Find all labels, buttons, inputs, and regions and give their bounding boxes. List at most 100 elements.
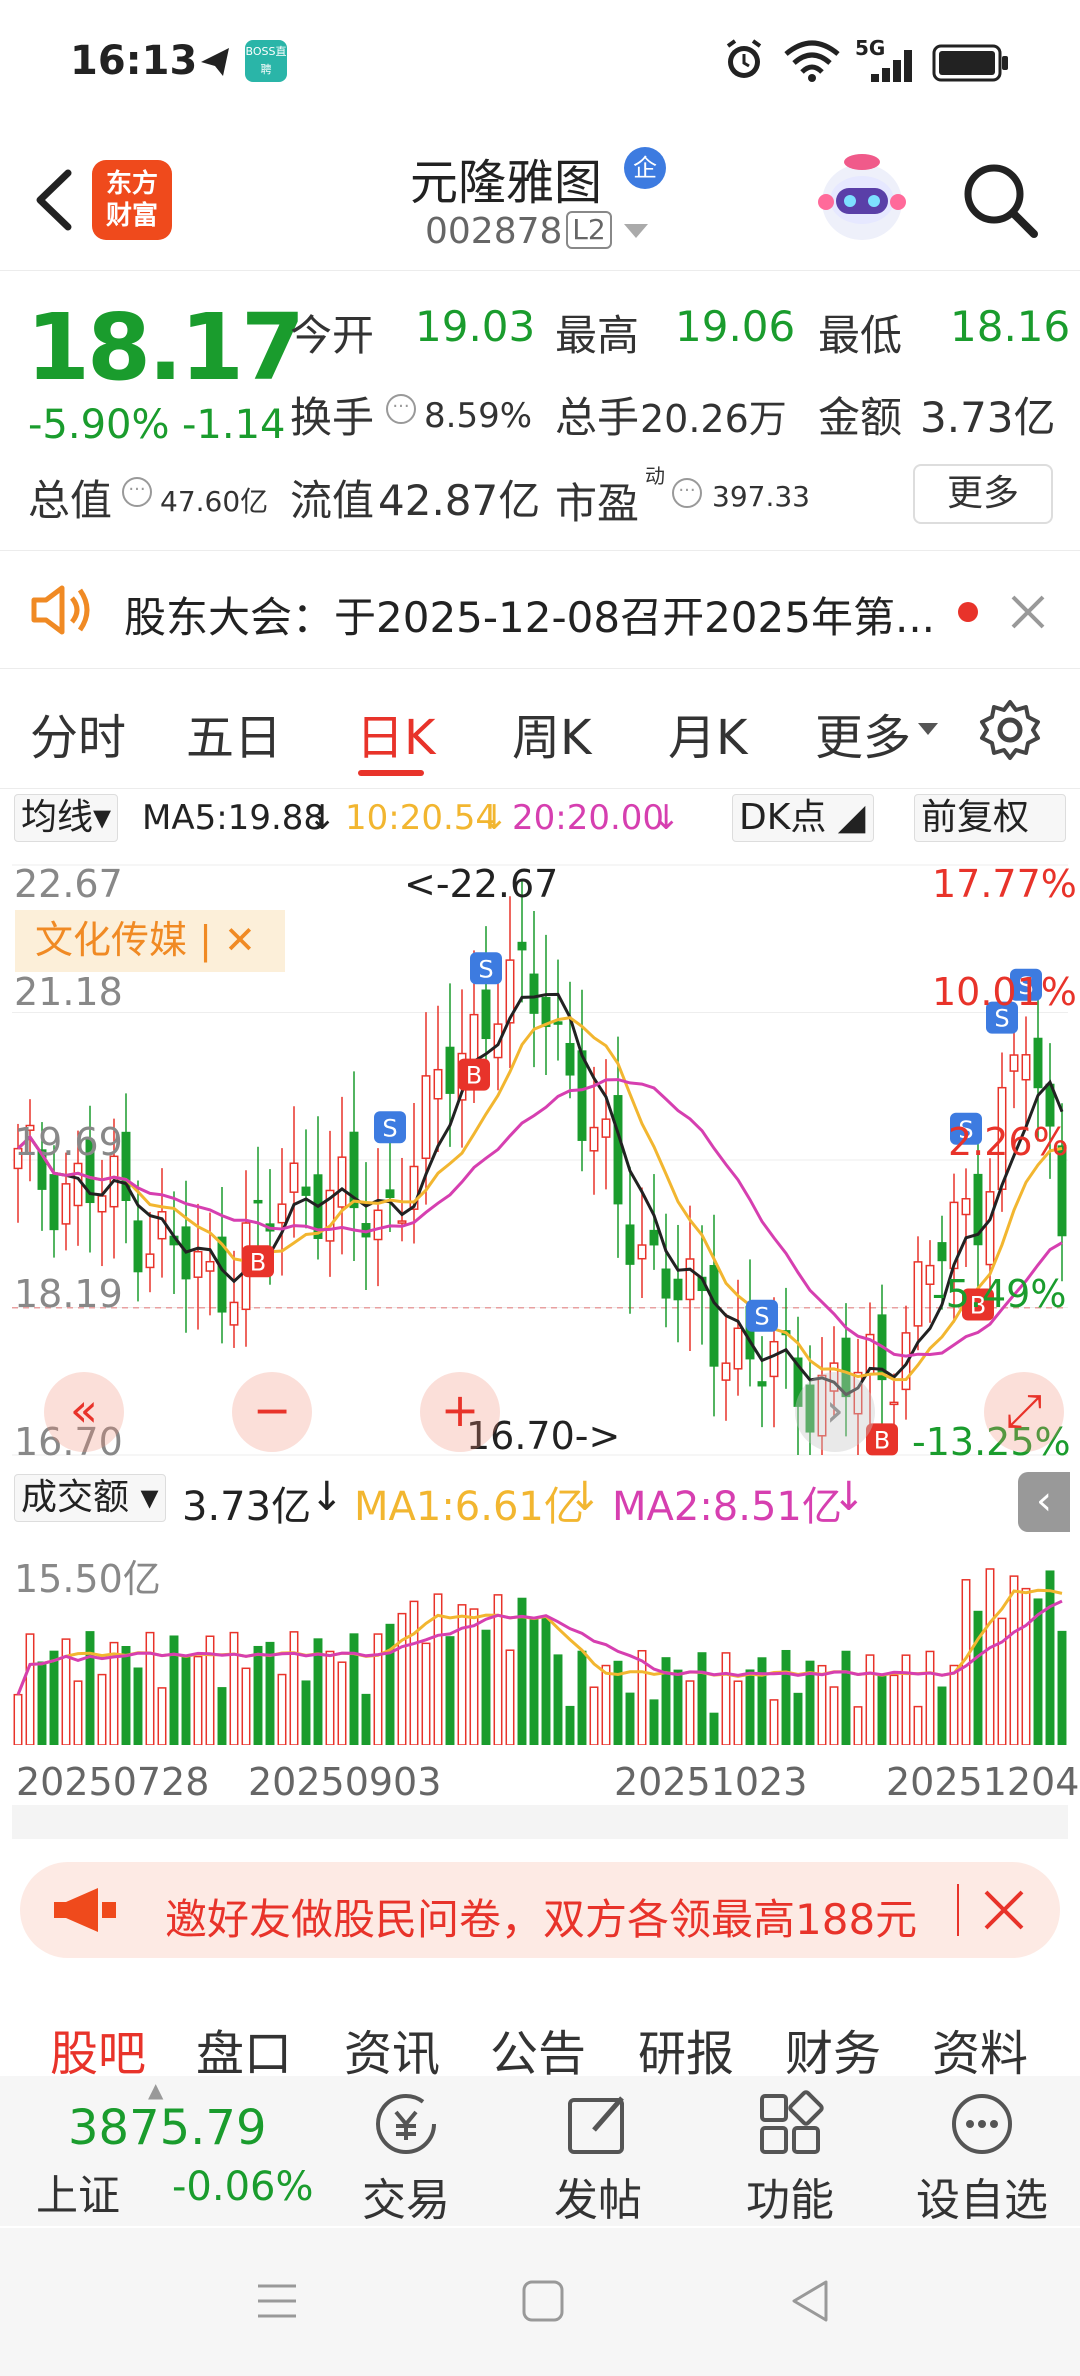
sector-tag[interactable]: 文化传媒 | ✕ <box>15 910 285 972</box>
tab-five-day[interactable]: 五日 <box>186 698 282 768</box>
candle-body <box>529 973 539 1014</box>
tab-announcements[interactable]: 公告 <box>490 2014 586 2084</box>
candle-body <box>97 1195 107 1213</box>
bottom-toolbar: ▲ 3875.79 上证 -0.06% 交易 发帖 功能 设自选 <box>0 2076 1080 2226</box>
volume-bar <box>145 1631 155 1746</box>
back-icon[interactable] <box>786 2278 832 2324</box>
candle-body <box>601 1118 611 1138</box>
volume-bar <box>301 1680 311 1746</box>
volume-bar <box>421 1642 431 1746</box>
trade-button[interactable]: 交易 <box>326 2076 486 2226</box>
close-icon[interactable] <box>982 1888 1026 1932</box>
tab-weekly-k[interactable]: 周K <box>512 698 591 768</box>
volume-bar <box>817 1664 827 1746</box>
candle-body <box>193 1250 203 1278</box>
volume-chart[interactable] <box>12 1530 1068 1746</box>
scroll-right-button[interactable]: › <box>795 1372 875 1452</box>
info-icon[interactable]: ··· <box>122 477 152 507</box>
candle-body <box>481 989 491 1040</box>
candle-body <box>913 1261 923 1327</box>
candle-body <box>769 1340 779 1378</box>
open-label: 今开 <box>290 311 375 360</box>
zoom-out-button[interactable]: − <box>232 1372 312 1452</box>
candle-body <box>625 1224 635 1265</box>
volume-legend-bar: 成交额 ▾ 3.73亿 ↓ MA1:6.61亿 ↓ MA2:8.51亿 ↓ ‹ <box>0 1470 1080 1532</box>
post-button[interactable]: 发帖 <box>518 2076 678 2226</box>
volume-bar <box>937 1686 947 1746</box>
vol-ma1: MA1:6.61亿 <box>354 1484 584 1530</box>
ai-assistant-robot-icon[interactable] <box>812 150 912 250</box>
tab-intraday[interactable]: 分时 <box>30 698 126 768</box>
zoom-in-button[interactable]: + <box>420 1372 500 1452</box>
fullscreen-button[interactable]: ⤢ <box>984 1372 1064 1452</box>
alarm-icon <box>726 39 762 78</box>
collapse-panel-button[interactable]: ‹ <box>1018 1472 1070 1532</box>
volume-bar <box>445 1636 455 1746</box>
x-date-label: 20250903 <box>248 1760 442 1804</box>
candle-body <box>397 1220 407 1224</box>
close-icon[interactable] <box>1008 592 1048 632</box>
notice-bar[interactable]: 股东大会：于2025-12-08召开2025年第... <box>0 552 1080 667</box>
tab-research[interactable]: 研报 <box>638 2014 734 2084</box>
volume-bar <box>697 1652 707 1746</box>
wifi-icon <box>784 40 840 82</box>
candle-body <box>253 1199 263 1204</box>
candle-body <box>337 1156 347 1208</box>
candle-body <box>373 1209 383 1241</box>
signal-icon <box>871 50 912 82</box>
volume-bar <box>217 1687 227 1746</box>
info-icon[interactable]: ··· <box>386 394 416 424</box>
dk-point-select[interactable]: DK点 ◢ <box>732 794 874 842</box>
more-button[interactable]: 更多 <box>913 464 1053 524</box>
menu-icon[interactable] <box>254 2278 300 2324</box>
search-icon[interactable] <box>960 160 1040 240</box>
tab-monthly-k[interactable]: 月K <box>668 698 747 768</box>
info-icon[interactable]: ··· <box>672 478 702 508</box>
max-price-marker: <-22.67 <box>404 862 559 906</box>
tab-news[interactable]: 资讯 <box>344 2014 440 2084</box>
adjust-select[interactable]: 前复权 <box>914 794 1066 842</box>
tab-guba[interactable]: 股吧 <box>50 2014 146 2084</box>
high-value: 19.06 <box>675 302 796 351</box>
back-arrow-icon[interactable] <box>28 165 88 235</box>
x-date-label: 20250728 <box>16 1760 210 1804</box>
market-cap-label: 总值 <box>28 476 113 525</box>
ma-select[interactable]: 均线▾ <box>14 794 119 842</box>
volume-bar <box>781 1649 791 1746</box>
volume-bar <box>73 1680 83 1746</box>
float-cap-value: 42.87亿 <box>378 476 541 525</box>
volume-svg <box>13 1568 1067 1746</box>
home-icon[interactable] <box>520 2278 566 2324</box>
candle-body <box>961 1198 971 1216</box>
volume-bar <box>49 1650 59 1746</box>
tab-daily-k[interactable]: 日K <box>356 698 435 768</box>
promo-banner[interactable]: 邀好友做股民问卷，双方各领最高188元 <box>20 1862 1060 1958</box>
code-dropdown-icon[interactable] <box>622 221 650 241</box>
gear-icon[interactable] <box>978 698 1042 762</box>
stock-code: 002878 <box>425 211 563 252</box>
low-label: 最低 <box>818 311 903 360</box>
tab-finance[interactable]: 财务 <box>785 2014 881 2084</box>
tab-more[interactable]: 更多 <box>815 698 911 768</box>
chevron-down-icon <box>918 723 938 735</box>
index-widget[interactable]: ▲ 3875.79 上证 -0.06% <box>0 2076 320 2226</box>
volume-bar <box>529 1618 539 1746</box>
candle-body <box>289 1162 299 1193</box>
scroll-left-button[interactable]: « <box>44 1372 124 1452</box>
functions-button[interactable]: 功能 <box>710 2076 870 2226</box>
candle-body <box>889 1401 899 1406</box>
volume-select[interactable]: 成交额 ▾ <box>14 1474 166 1522</box>
yuan-exchange-icon <box>376 2094 436 2154</box>
candle-body <box>553 1021 563 1025</box>
tab-profile[interactable]: 资料 <box>932 2014 1028 2084</box>
level2-badge[interactable]: L2 <box>566 211 612 249</box>
volume-value: 3.73亿 <box>182 1484 312 1530</box>
amount-label: 金额 <box>818 393 903 442</box>
signal-label: S <box>754 1303 769 1331</box>
tab-pankou[interactable]: 盘口 <box>196 2014 292 2084</box>
volume-bar <box>157 1687 167 1746</box>
add-watchlist-button[interactable]: 设自选 <box>902 2076 1062 2226</box>
candle-body <box>205 1260 215 1272</box>
volume-bar <box>121 1645 131 1746</box>
candle-body <box>709 1264 719 1367</box>
